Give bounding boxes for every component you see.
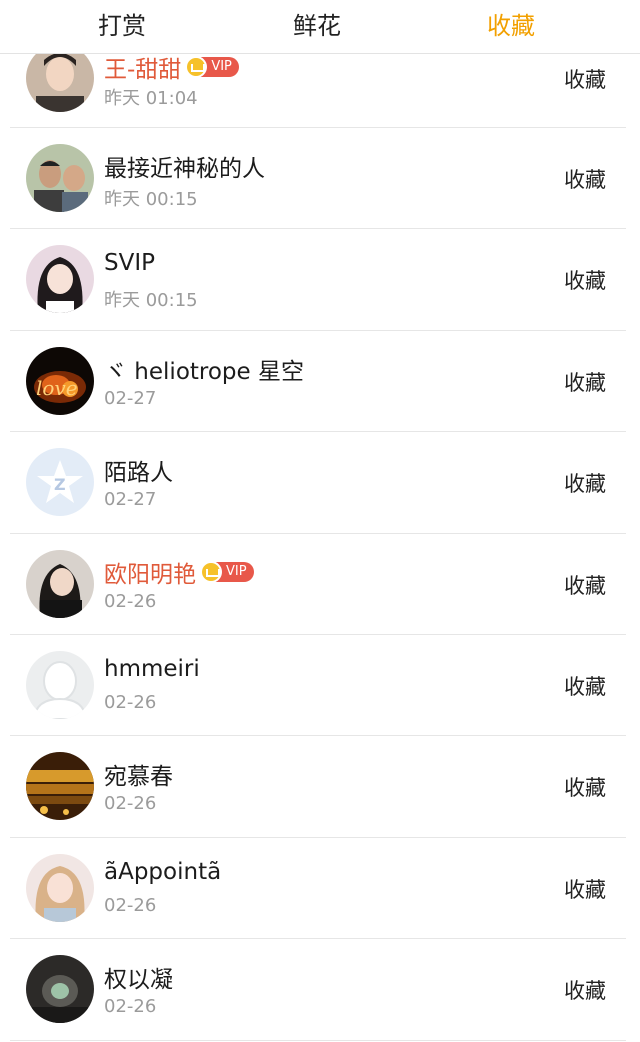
favorite-button[interactable]: 收藏: [564, 874, 606, 904]
favorite-button[interactable]: 收藏: [564, 671, 606, 701]
list-item[interactable]: SVIP 昨天 00:15 收藏: [0, 229, 640, 332]
user-name: 宛慕春: [104, 764, 173, 791]
favorite-button[interactable]: 收藏: [564, 367, 606, 397]
avatar[interactable]: [26, 54, 94, 112]
timestamp: 02-26: [104, 894, 157, 916]
avatar[interactable]: [26, 144, 94, 212]
vip-badge: VIP: [185, 56, 239, 78]
favorite-button[interactable]: 收藏: [564, 468, 606, 498]
avatar[interactable]: [26, 752, 94, 821]
user-name: 欧阳明艳 VIP: [104, 555, 254, 589]
timestamp: 02-27: [104, 387, 157, 409]
avatar[interactable]: [26, 650, 94, 719]
favorite-button[interactable]: 收藏: [564, 772, 606, 802]
user-name: 陌路人: [104, 460, 173, 487]
user-name: hmmeiri: [104, 655, 200, 682]
list-item[interactable]: 欧阳明艳 VIP 02-26 收藏: [0, 534, 640, 636]
crown-icon: [185, 56, 208, 78]
favorite-button[interactable]: 收藏: [564, 975, 606, 1005]
avatar[interactable]: [26, 245, 94, 314]
list-item[interactable]: love ヾ heliotrope 星空 02-27 收藏: [0, 331, 640, 433]
avatar[interactable]: [26, 955, 94, 1024]
tab-bar: 打赏 鲜花 收藏: [0, 0, 640, 54]
timestamp: 02-27: [104, 489, 157, 511]
user-name: 最接近神秘的人: [104, 156, 265, 182]
timestamp: 02-26: [104, 590, 157, 612]
favorite-button[interactable]: 收藏: [564, 64, 606, 94]
timestamp: 昨天 00:15: [104, 189, 198, 210]
list-item[interactable]: 宛慕春 02-26 收藏: [0, 736, 640, 839]
list-item[interactable]: 权以凝 02-26 收藏: [0, 939, 640, 1041]
user-name: 王-甜甜 VIP: [104, 54, 239, 84]
timestamp: 02-26: [104, 793, 157, 815]
list-item[interactable]: 最接近神秘的人 昨天 00:15 收藏: [0, 128, 640, 230]
favorite-button[interactable]: 收藏: [564, 265, 606, 295]
user-name: SVIP: [104, 250, 155, 277]
user-name: ãAppointã: [104, 858, 222, 885]
timestamp: 02-26: [104, 691, 157, 713]
tab-favorites[interactable]: 收藏: [441, 8, 581, 44]
user-name: ヾ heliotrope 星空: [104, 358, 304, 385]
list-item[interactable]: ãAppointã 02-26 收藏: [0, 838, 640, 940]
list-item[interactable]: 王-甜甜 VIP 昨天 01:04 收藏: [0, 54, 640, 128]
avatar[interactable]: [26, 853, 94, 922]
list-item[interactable]: hmmeiri 02-26 收藏: [0, 635, 640, 737]
timestamp: 昨天 00:15: [104, 290, 198, 312]
svg-text:Z: Z: [54, 475, 66, 494]
list-item[interactable]: Z 陌路人 02-27 收藏: [0, 432, 640, 534]
vip-badge: VIP: [200, 560, 254, 583]
favorite-button[interactable]: 收藏: [564, 570, 606, 600]
user-name: 权以凝: [104, 967, 173, 994]
avatar[interactable]: love: [26, 346, 94, 415]
tab-reward[interactable]: 打赏: [52, 8, 192, 44]
avatar[interactable]: Z: [26, 448, 94, 517]
crown-icon: [200, 560, 222, 583]
avatar[interactable]: [26, 549, 94, 618]
timestamp: 02-26: [104, 996, 157, 1018]
tab-flowers[interactable]: 鲜花: [247, 8, 387, 44]
favorite-button[interactable]: 收藏: [564, 164, 606, 194]
user-list: 王-甜甜 VIP 昨天 01:04 收藏 最接近神秘的人 昨天 00:15 收藏…: [0, 54, 640, 1042]
timestamp: 昨天 01:04: [104, 88, 198, 109]
svg-text:love: love: [36, 376, 78, 400]
